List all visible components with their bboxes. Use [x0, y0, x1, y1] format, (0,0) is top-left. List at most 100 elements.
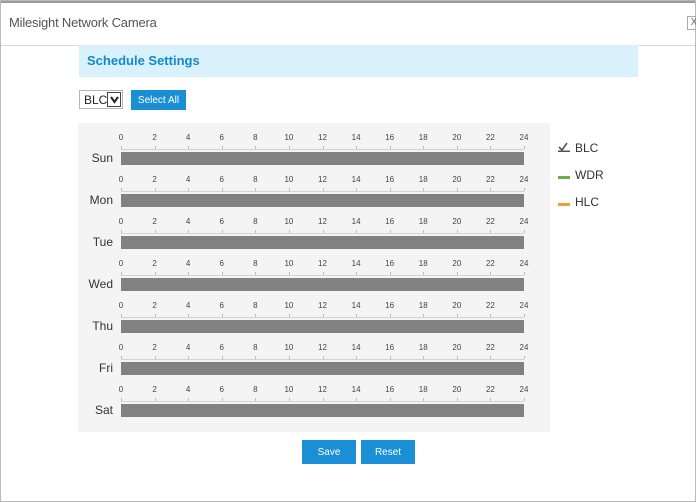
- hour-tick-label: 16: [385, 343, 395, 352]
- hour-tick-label: 4: [185, 301, 191, 310]
- hour-tick-label: 2: [152, 301, 157, 310]
- time-axis-line: [121, 191, 524, 192]
- hour-tick-label: 10: [284, 301, 294, 310]
- legend-color-swatch-icon: [558, 203, 570, 206]
- time-axis-line: [121, 359, 524, 360]
- checkmark-icon: [558, 141, 571, 155]
- hour-tick-label: 14: [351, 133, 361, 142]
- hour-tick-label: 4: [185, 343, 191, 352]
- hour-tick-label: 16: [385, 301, 395, 310]
- hour-tick-label: 24: [519, 259, 529, 268]
- schedule-bar-fri[interactable]: [121, 362, 524, 375]
- schedule-bar-sat[interactable]: [121, 404, 524, 417]
- hour-tick-label: 14: [351, 301, 361, 310]
- schedule-bar-wed[interactable]: [121, 278, 524, 291]
- hour-tick-label: 10: [284, 343, 294, 352]
- hour-tick-label: 22: [485, 301, 495, 310]
- hour-tick-label: 22: [485, 259, 495, 268]
- hour-tick-label: 0: [118, 133, 124, 142]
- close-icon[interactable]: X: [687, 16, 696, 30]
- hour-tick-label: 10: [284, 133, 294, 142]
- time-axis-line: [121, 401, 524, 402]
- day-label-tue: Tue: [92, 235, 113, 249]
- hour-tick-label: 0: [118, 343, 124, 352]
- hour-tick-label: 20: [452, 133, 462, 142]
- mode-select-value: BLC: [84, 93, 108, 107]
- hour-tick-label: 18: [418, 217, 428, 226]
- hour-tick-label: 16: [385, 217, 395, 226]
- hour-tick-label: 2: [152, 259, 157, 268]
- mode-select[interactable]: BLC: [79, 90, 123, 109]
- hour-tick-label: 10: [284, 217, 294, 226]
- hour-tick-label: 6: [219, 385, 224, 394]
- dialog-window: Milesight Network Camera X Schedule Sett…: [0, 0, 696, 502]
- hour-tick-label: 8: [253, 301, 258, 310]
- hour-tick-label: 12: [318, 385, 327, 394]
- hour-tick-label: 12: [318, 175, 327, 184]
- hour-tick-mark: [524, 314, 525, 317]
- hour-tick-label: 6: [219, 343, 224, 352]
- hour-tick-label: 12: [318, 133, 327, 142]
- hour-tick-mark: [524, 188, 525, 191]
- hour-tick-label: 16: [385, 385, 395, 394]
- hour-tick-mark: [524, 356, 525, 359]
- hour-tick-label: 0: [118, 259, 124, 268]
- hour-tick-label: 22: [485, 343, 495, 352]
- hour-tick-label: 10: [284, 175, 294, 184]
- hour-tick-label: 16: [385, 133, 395, 142]
- hour-tick-label: 20: [452, 301, 462, 310]
- hour-tick-label: 0: [118, 301, 124, 310]
- hour-tick-label: 24: [519, 343, 529, 352]
- hour-tick-label: 18: [418, 343, 428, 352]
- hour-tick-mark: [524, 230, 525, 233]
- hour-tick-label: 24: [519, 175, 529, 184]
- hour-tick-label: 12: [318, 259, 327, 268]
- hour-tick-mark: [524, 398, 525, 401]
- hour-tick-label: 20: [452, 385, 462, 394]
- hour-tick-label: 24: [519, 133, 529, 142]
- hour-tick-label: 18: [418, 175, 428, 184]
- schedule-bar-mon[interactable]: [121, 194, 524, 207]
- hour-tick-label: 14: [351, 343, 361, 352]
- day-label-sat: Sat: [94, 403, 113, 417]
- schedule-bar-tue[interactable]: [121, 236, 524, 249]
- hour-tick-label: 4: [185, 259, 191, 268]
- hour-tick-label: 16: [385, 175, 395, 184]
- hour-tick-label: 22: [485, 133, 495, 142]
- chevron-down-icon[interactable]: [107, 92, 121, 107]
- hour-tick-label: 24: [519, 301, 529, 310]
- hour-tick-label: 20: [452, 217, 462, 226]
- reset-button[interactable]: Reset: [361, 440, 415, 464]
- hour-tick-label: 18: [418, 259, 428, 268]
- legend-label: HLC: [575, 195, 600, 209]
- hour-tick-label: 4: [185, 217, 191, 226]
- hour-tick-label: 18: [418, 385, 428, 394]
- hour-tick-label: 10: [284, 385, 294, 394]
- day-label-fri: Fri: [99, 361, 113, 375]
- hour-tick-label: 22: [485, 217, 495, 226]
- hour-tick-label: 10: [284, 259, 294, 268]
- section-header: Schedule Settings: [79, 45, 638, 77]
- time-axis-line: [121, 275, 524, 276]
- hour-tick-label: 20: [452, 175, 462, 184]
- hour-tick-label: 0: [118, 217, 124, 226]
- hour-tick-label: 2: [152, 133, 157, 142]
- window-title: Milesight Network Camera: [9, 15, 157, 30]
- schedule-bar-sun[interactable]: [121, 152, 524, 165]
- hour-tick-label: 12: [318, 343, 327, 352]
- hour-tick-label: 6: [219, 301, 224, 310]
- hour-tick-label: 8: [253, 175, 258, 184]
- hour-tick-label: 4: [185, 385, 191, 394]
- day-label-mon: Mon: [89, 193, 113, 207]
- schedule-bar-thu[interactable]: [121, 320, 524, 333]
- legend-label: BLC: [575, 141, 599, 155]
- time-axis-line: [121, 149, 524, 150]
- hour-tick-label: 6: [219, 175, 224, 184]
- hour-tick-label: 0: [118, 175, 124, 184]
- hour-tick-label: 8: [253, 259, 258, 268]
- select-all-button[interactable]: Select All: [131, 90, 186, 110]
- hour-tick-label: 2: [152, 343, 157, 352]
- hour-tick-label: 20: [452, 259, 462, 268]
- save-button[interactable]: Save: [302, 440, 356, 464]
- hour-tick-label: 2: [152, 217, 157, 226]
